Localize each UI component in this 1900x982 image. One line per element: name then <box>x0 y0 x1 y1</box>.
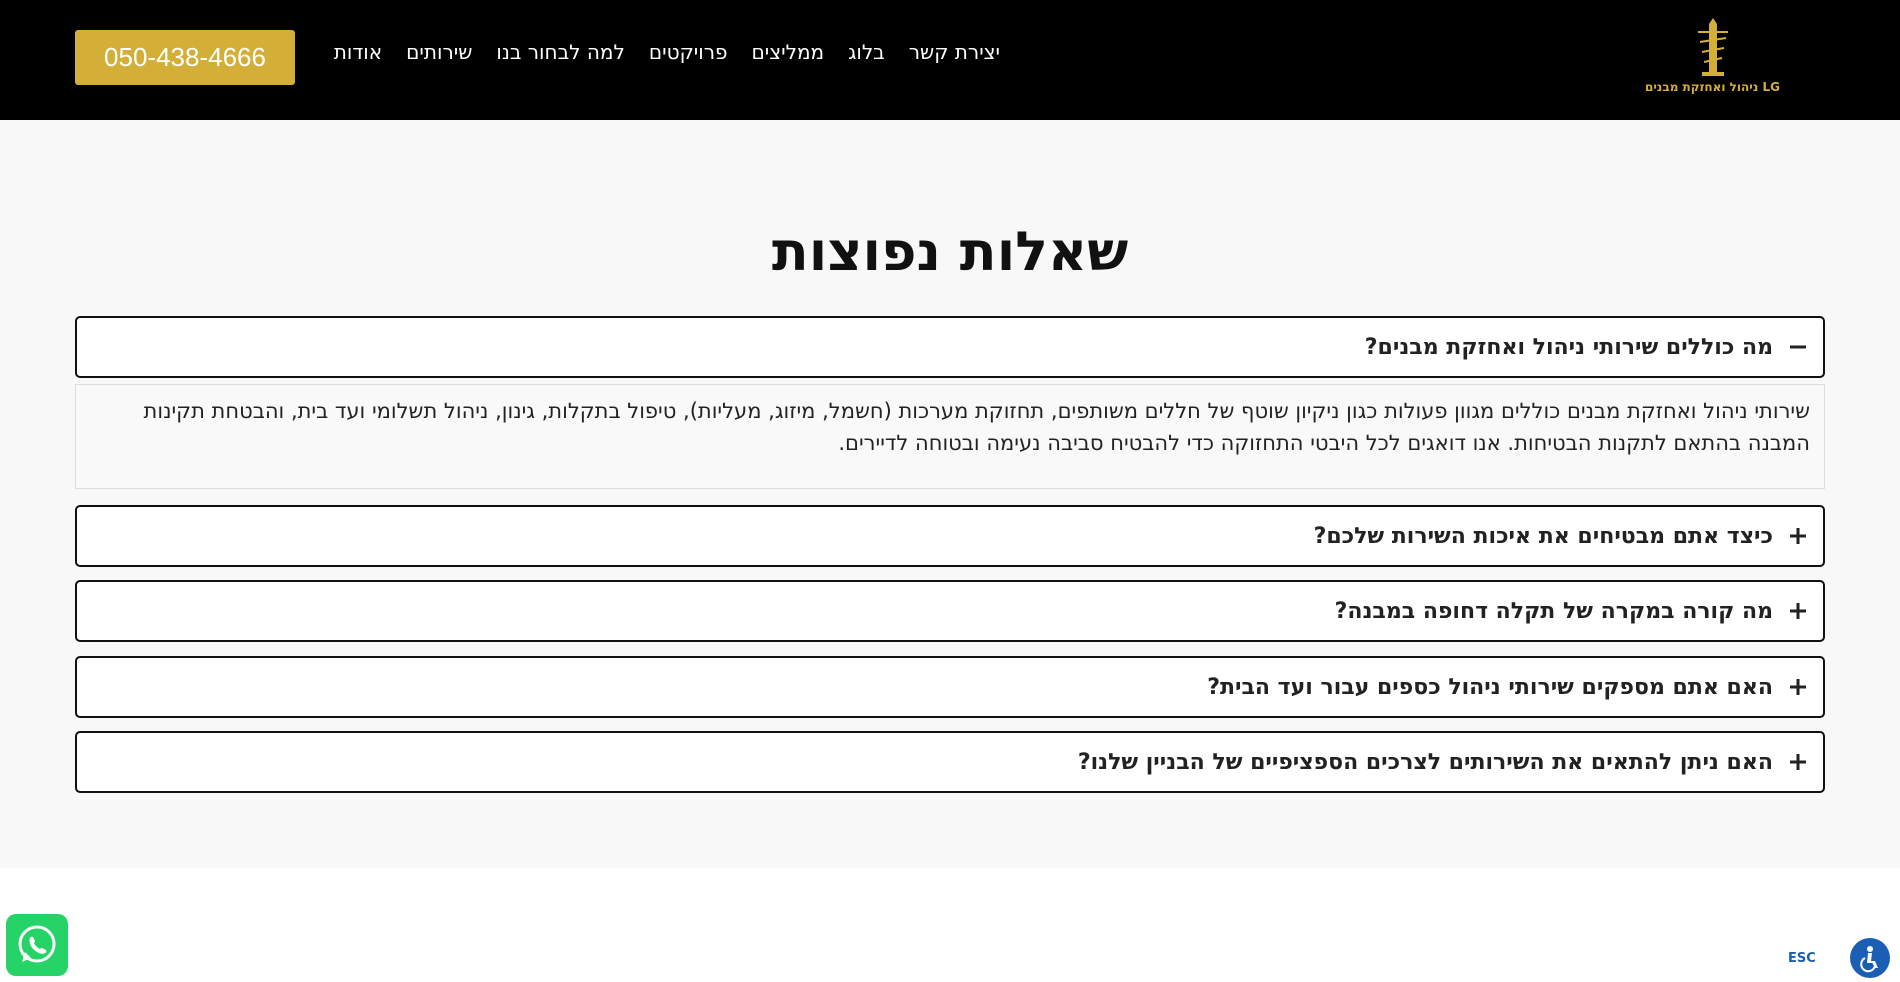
building-crane-icon <box>1698 18 1728 76</box>
faq-item: האם אתם מספקים שירותי ניהול כספים עבור ו… <box>75 656 1825 718</box>
faq-item: האם ניתן להתאים את השירותים לצרכים הספצי… <box>75 731 1825 793</box>
faq-item: מה כוללים שירותי ניהול ואחזקת מבנים? שיר… <box>75 316 1825 489</box>
whatsapp-icon <box>18 925 56 963</box>
faq-question-toggle[interactable]: האם ניתן להתאים את השירותים לצרכים הספצי… <box>75 731 1825 793</box>
site-header: 050-438-4666 אודות שירותים למה לבחור בנו… <box>0 0 1900 120</box>
nav-testimonials[interactable]: ממליצים <box>752 40 825 64</box>
page-title: שאלות נפוצות <box>771 220 1129 283</box>
faq-question-toggle[interactable]: מה קורה במקרה של תקלה דחופה במבנה? <box>75 580 1825 642</box>
nav-contact[interactable]: יצירת קשר <box>909 40 1000 64</box>
accessibility-button[interactable] <box>1850 938 1890 978</box>
plus-icon <box>1787 525 1809 547</box>
faq-item: מה קורה במקרה של תקלה דחופה במבנה? <box>75 580 1825 642</box>
faq-question: מה קורה במקרה של תקלה דחופה במבנה? <box>1334 598 1773 624</box>
faq-question-toggle[interactable]: כיצד אתם מבטיחים את איכות השירות שלכם? <box>75 505 1825 567</box>
site-logo[interactable]: LG ניהול ואחזקת מבנים <box>1630 18 1795 100</box>
faq-item: כיצד אתם מבטיחים את איכות השירות שלכם? <box>75 505 1825 567</box>
faq-question-toggle[interactable]: האם אתם מספקים שירותי ניהול כספים עבור ו… <box>75 656 1825 718</box>
faq-section: שאלות נפוצות מה כוללים שירותי ניהול ואחז… <box>0 120 1900 868</box>
logo-text: LG ניהול ואחזקת מבנים <box>1645 80 1780 94</box>
faq-question: האם ניתן להתאים את השירותים לצרכים הספצי… <box>1077 749 1773 775</box>
nav-blog[interactable]: בלוג <box>848 40 885 64</box>
whatsapp-button[interactable] <box>6 914 68 976</box>
plus-icon <box>1787 676 1809 698</box>
faq-question: כיצד אתם מבטיחים את איכות השירות שלכם? <box>1313 523 1773 549</box>
esc-label: ESC <box>1788 951 1816 966</box>
plus-icon <box>1787 751 1809 773</box>
main-nav: אודות שירותים למה לבחור בנו פרויקטים ממל… <box>334 40 1000 64</box>
faq-question: האם אתם מספקים שירותי ניהול כספים עבור ו… <box>1207 674 1773 700</box>
nav-services[interactable]: שירותים <box>406 40 472 64</box>
accessibility-icon <box>1860 946 1878 973</box>
nav-projects[interactable]: פרויקטים <box>649 40 728 64</box>
nav-why-us[interactable]: למה לבחור בנו <box>496 40 625 64</box>
faq-question: מה כוללים שירותי ניהול ואחזקת מבנים? <box>1364 334 1773 360</box>
minus-icon <box>1787 336 1809 358</box>
nav-about[interactable]: אודות <box>334 40 382 64</box>
phone-button[interactable]: 050-438-4666 <box>75 30 295 85</box>
faq-question-toggle[interactable]: מה כוללים שירותי ניהול ואחזקת מבנים? <box>75 316 1825 378</box>
plus-icon <box>1787 600 1809 622</box>
faq-answer: שירותי ניהול ואחזקת מבנים כוללים מגוון פ… <box>75 384 1825 489</box>
